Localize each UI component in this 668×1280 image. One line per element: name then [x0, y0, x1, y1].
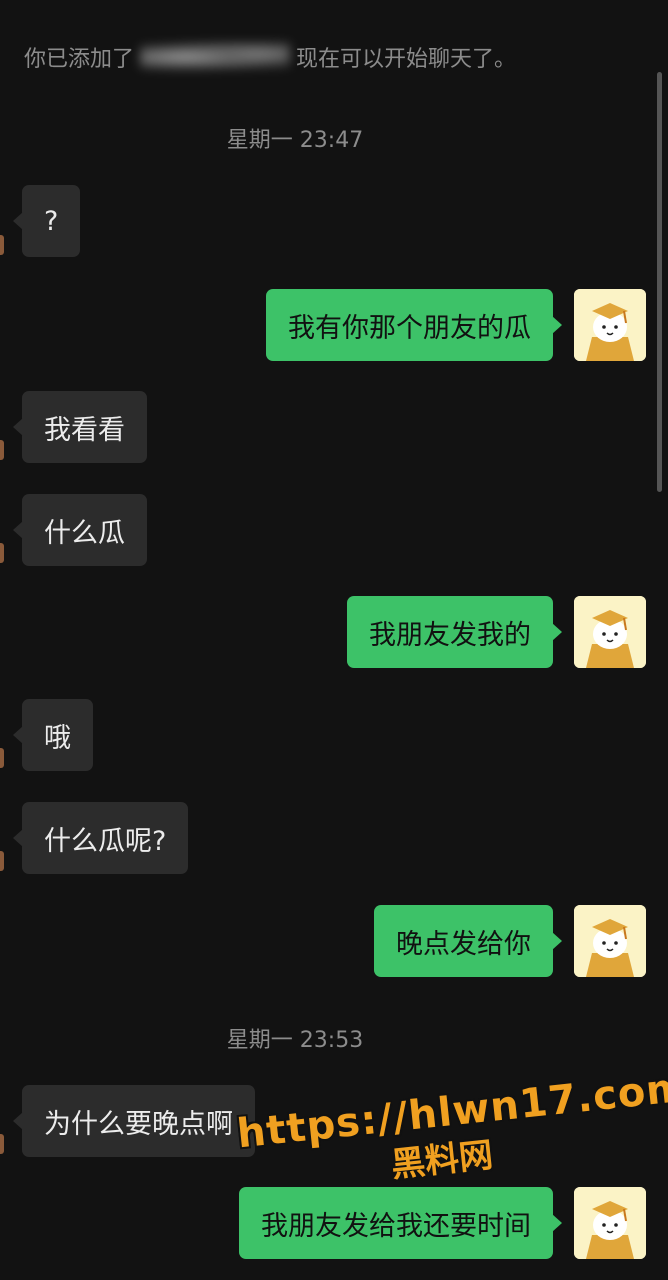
contact-avatar-edge[interactable]	[0, 440, 4, 460]
message-bubble-incoming[interactable]: 什么瓜	[13, 494, 147, 566]
message-bubble-incoming[interactable]: ?	[12, 185, 81, 257]
self-avatar[interactable]	[574, 905, 646, 977]
dog-avatar-icon	[574, 596, 646, 668]
message-bubble-incoming[interactable]: 为什么要晚点啊	[13, 1085, 255, 1157]
redacted-name	[140, 42, 291, 72]
timestamp: 星期一 23:47	[226, 128, 364, 153]
contact-avatar-edge[interactable]	[0, 235, 4, 255]
message-bubble-incoming[interactable]: 什么瓜呢?	[12, 802, 189, 874]
message-bubble-outgoing[interactable]: 我朋友发我的	[347, 596, 562, 668]
system-notice: 你已添加了 现在可以开始聊天了。	[24, 38, 584, 76]
message-bubble-outgoing[interactable]: 我朋友发给我还要时间	[239, 1187, 562, 1259]
message-bubble-outgoing[interactable]: 晚点发给你	[374, 905, 562, 977]
self-avatar[interactable]	[574, 596, 646, 668]
dog-avatar-icon	[574, 1187, 646, 1259]
contact-avatar-edge[interactable]	[0, 748, 4, 768]
contact-avatar-edge[interactable]	[0, 1134, 4, 1154]
chat-scrollbar[interactable]	[657, 72, 662, 492]
timestamp: 星期一 23:53	[226, 1028, 364, 1053]
message-bubble-incoming[interactable]: 我看看	[13, 391, 147, 463]
watermark-name: 黑料网	[389, 1135, 495, 1186]
contact-avatar-edge[interactable]	[0, 851, 4, 871]
self-avatar[interactable]	[574, 1187, 646, 1259]
dog-avatar-icon	[574, 289, 646, 361]
message-bubble-outgoing[interactable]: 我有你那个朋友的瓜	[266, 289, 562, 361]
message-bubble-incoming[interactable]: 哦	[13, 699, 93, 771]
dog-avatar-icon	[574, 905, 646, 977]
system-notice-suffix: 现在可以开始聊天了。	[296, 47, 517, 72]
system-notice-prefix: 你已添加了	[24, 47, 135, 72]
self-avatar[interactable]	[574, 289, 646, 361]
watermark-url: https://hlwn17.com	[234, 1064, 668, 1158]
contact-avatar-edge[interactable]	[0, 543, 4, 563]
